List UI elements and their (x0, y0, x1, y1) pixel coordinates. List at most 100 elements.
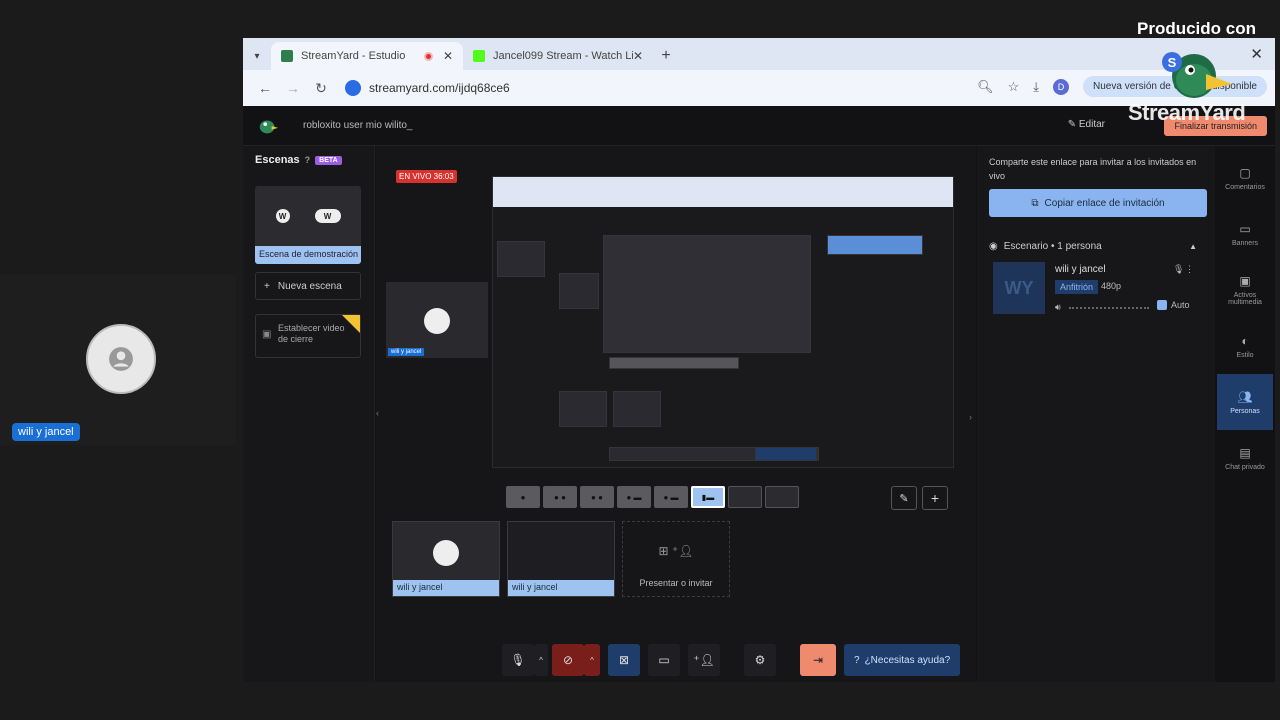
zoom-icon[interactable]: 🔍︎ (977, 79, 994, 95)
screen-source-tile[interactable]: wili y jancel (507, 521, 615, 597)
url-text: streamyard.com/ijdq68ce6 (369, 81, 510, 95)
participant-row: WY wili y jancel 🎙︎ ⋮ Anfitrión 480p 🔊︎ … (989, 262, 1203, 318)
nested-source-tile (613, 391, 661, 427)
nested-scene-card (497, 241, 545, 277)
layout-group-button[interactable]: ● ● (543, 486, 577, 508)
stage-area: ‹ › EN VIVO 36:03 wili y jancel ● ● ● ● … (376, 146, 976, 682)
help-icon: ? (854, 654, 860, 666)
user-icon (424, 308, 450, 334)
tab-streamyard[interactable]: StreamYard - Estudio ✕ (271, 42, 463, 70)
edit-button[interactable]: ✎ Editar (1068, 119, 1105, 130)
rail-media[interactable]: ▣ Activos multimedia (1217, 262, 1273, 318)
reload-icon[interactable]: ↻ (307, 80, 335, 97)
bookmark-star-icon[interactable]: ☆ (1008, 79, 1020, 95)
edit-layout-icon[interactable]: ✎ (891, 486, 917, 510)
layout-leader-button[interactable]: ● ● (580, 486, 614, 508)
user-icon (433, 540, 459, 566)
add-person-icon: ⊞ ⁺👤︎ (658, 544, 694, 558)
stop-share-icon[interactable]: ⊠ (608, 644, 640, 676)
chevron-up-icon[interactable]: ▲ (1189, 242, 1197, 251)
nested-browser-chrome (493, 177, 953, 207)
forward-icon[interactable]: → (279, 80, 307, 96)
scene-card[interactable]: W W Escena de demostración (255, 186, 361, 264)
present-or-invite-tile[interactable]: ⊞ ⁺👤︎ Presentar o invitar (622, 521, 730, 597)
streamyard-logo-icon (259, 120, 279, 133)
nested-studio-preview (493, 207, 953, 467)
closing-video-button[interactable]: ▣ Establecer video de cierre (255, 314, 361, 358)
participant-name-tag: wili y jancel (12, 423, 80, 441)
window-close-icon[interactable]: ✕ (1250, 45, 1263, 63)
edit-label: Editar (1078, 119, 1105, 130)
tab-title: StreamYard - Estudio (301, 50, 406, 62)
settings-gear-icon[interactable]: ⚙ (744, 644, 776, 676)
camera-options-chevron-icon[interactable]: ^ (584, 644, 600, 676)
layout-pip-button[interactable]: ▮▬ (691, 486, 725, 508)
rail-style[interactable]: ◐ Estilo (1217, 318, 1273, 374)
close-tab-icon[interactable]: ✕ (633, 49, 643, 63)
layout-blank-button[interactable] (765, 486, 799, 508)
scenes-title: Escenas (255, 154, 300, 166)
rail-label: Chat privado (1225, 463, 1265, 471)
layout-solo-button[interactable]: ● (506, 486, 540, 508)
auto-checkbox[interactable]: Auto (1157, 300, 1190, 310)
profile-avatar[interactable]: D (1053, 78, 1070, 95)
add-layout-icon[interactable]: + (922, 486, 948, 510)
nested-stage (603, 235, 811, 353)
share-screen-icon[interactable]: ▭ (648, 644, 680, 676)
site-info-icon[interactable] (345, 80, 361, 96)
rail-label: Estilo (1236, 351, 1254, 359)
media-icon: ▣ (1239, 274, 1251, 288)
mic-icon[interactable]: 🎙︎ (1173, 264, 1184, 275)
download-icon[interactable]: ⤓ (1033, 79, 1039, 95)
side-icon-rail: ▢ Comentarios ▭ Banners ▣ Activos multim… (1215, 146, 1275, 682)
tab-search-button[interactable]: ▾ (243, 42, 271, 70)
mic-icon[interactable]: 🎙︎ (502, 644, 534, 676)
resolution-label: 480p (1101, 281, 1122, 291)
rail-private-chat[interactable]: ▤ Chat privado (1217, 430, 1273, 486)
close-tab-icon[interactable]: ✕ (443, 49, 453, 63)
nested-layout-bar (609, 357, 739, 369)
side-camera-preview: wili y jancel (386, 282, 488, 358)
participant-thumbnail[interactable]: WY (993, 262, 1045, 314)
mic-options-chevron-icon[interactable]: ^ (534, 644, 548, 676)
video-icon: ▣ (262, 329, 272, 340)
url-field[interactable]: streamyard.com/ijdq68ce6 (345, 80, 510, 96)
rail-label: Personas (1230, 407, 1260, 415)
comment-icon: ▢ (1239, 165, 1251, 180)
volume-slider[interactable] (1069, 307, 1149, 309)
camera-source-tile[interactable]: wili y jancel (392, 521, 500, 597)
volume-icon: 🔊︎ (1055, 302, 1061, 312)
rail-comments[interactable]: ▢ Comentarios (1217, 150, 1273, 206)
more-options-icon[interactable]: ⋮ (1185, 264, 1194, 275)
broadcast-title[interactable]: robloxito user mio wilito_ (303, 120, 413, 131)
stage-section-header[interactable]: ◉ Escenario • 1 persona ▲ (989, 241, 1203, 252)
scene-name: Escena de demostración (255, 246, 361, 264)
w-logo-icon: W (314, 209, 341, 223)
new-tab-button[interactable]: + (653, 42, 679, 70)
collapse-right-icon[interactable]: › (969, 412, 972, 422)
layout-share-button[interactable]: ● ▬ (654, 486, 688, 508)
leave-studio-icon[interactable]: ⇥ (800, 644, 836, 676)
back-icon[interactable]: ← (251, 80, 279, 96)
copy-icon: ⧉ (1031, 197, 1039, 209)
help-button[interactable]: ? ¿Necesitas ayuda? (844, 644, 961, 676)
layout-selector: ● ● ● ● ● ● ▬ ● ▬ ▮▬ (506, 486, 799, 508)
checkbox-checked-icon (1157, 300, 1167, 310)
rail-banners[interactable]: ▭ Banners (1217, 206, 1273, 262)
layout-screen-only-button[interactable] (728, 486, 762, 508)
auto-label: Auto (1171, 300, 1190, 310)
invite-label: Presentar o invitar (639, 578, 713, 588)
new-scene-button[interactable]: + Nueva escena (255, 272, 361, 300)
layout-thin-button[interactable]: ● ▬ (617, 486, 651, 508)
kick-favicon (473, 50, 485, 62)
collapse-left-icon[interactable]: ‹ (376, 408, 379, 418)
camera-off-icon[interactable]: ⊘ (552, 644, 584, 676)
side-cam-name: wili y jancel (388, 348, 425, 356)
rail-people[interactable]: 👥︎ Personas (1217, 374, 1273, 430)
plus-icon: + (264, 280, 270, 292)
help-icon[interactable]: ? (305, 155, 311, 165)
copy-invite-link-button[interactable]: ⧉ Copiar enlace de invitación (989, 189, 1207, 217)
streamyard-wordmark: StreamYard (1128, 100, 1246, 125)
invite-person-icon[interactable]: ⁺👤︎ (688, 644, 720, 676)
tab-kick[interactable]: Jancel099 Stream - Watch Live ✕ (463, 42, 653, 70)
